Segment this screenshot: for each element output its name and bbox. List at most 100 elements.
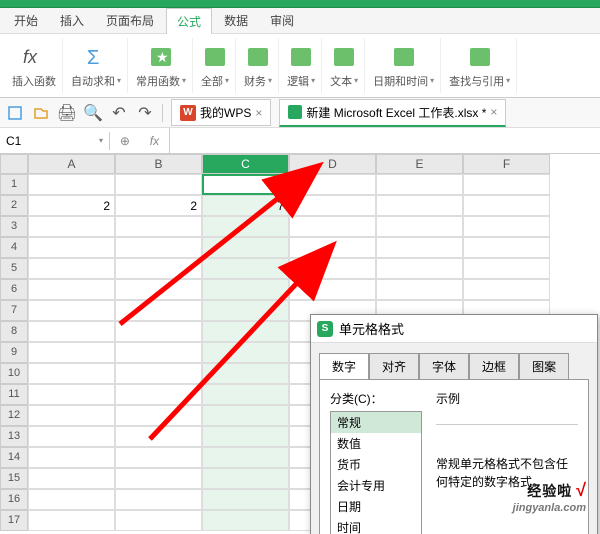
- cell-B15[interactable]: [115, 468, 202, 489]
- tab-start[interactable]: 开始: [4, 8, 48, 33]
- cell-E4[interactable]: [376, 237, 463, 258]
- row-header-13[interactable]: 13: [0, 426, 28, 447]
- cell-F2[interactable]: [463, 195, 550, 216]
- cell-C6[interactable]: [202, 279, 289, 300]
- cell-C14[interactable]: [202, 447, 289, 468]
- row-header-8[interactable]: 8: [0, 321, 28, 342]
- cell-B8[interactable]: [115, 321, 202, 342]
- cell-A12[interactable]: [28, 405, 115, 426]
- row-header-10[interactable]: 10: [0, 363, 28, 384]
- cell-D6[interactable]: [289, 279, 376, 300]
- cell-E1[interactable]: [376, 174, 463, 195]
- ribbon-finance[interactable]: 财务▾: [238, 38, 279, 93]
- row-header-14[interactable]: 14: [0, 447, 28, 468]
- cell-B3[interactable]: [115, 216, 202, 237]
- col-header-E[interactable]: E: [376, 154, 463, 174]
- cell-B14[interactable]: [115, 447, 202, 468]
- cell-A14[interactable]: [28, 447, 115, 468]
- open-icon[interactable]: [32, 104, 50, 122]
- dialog-tab-align[interactable]: 对齐: [369, 353, 419, 379]
- name-box[interactable]: C1 ▾: [0, 132, 110, 150]
- save-icon[interactable]: [6, 104, 24, 122]
- cell-C2[interactable]: 7: [202, 195, 289, 216]
- cell-C13[interactable]: [202, 426, 289, 447]
- cell-B4[interactable]: [115, 237, 202, 258]
- close-icon[interactable]: ×: [490, 105, 497, 119]
- doc-tab-mywps[interactable]: W 我的WPS ×: [171, 99, 271, 126]
- cell-D1[interactable]: [289, 174, 376, 195]
- ribbon-datetime[interactable]: 日期和时间▾: [367, 38, 441, 93]
- cell-C17[interactable]: [202, 510, 289, 531]
- cell-C10[interactable]: [202, 363, 289, 384]
- cell-B13[interactable]: [115, 426, 202, 447]
- cell-A16[interactable]: [28, 489, 115, 510]
- cell-A1[interactable]: [28, 174, 115, 195]
- row-header-12[interactable]: 12: [0, 405, 28, 426]
- category-item[interactable]: 时间: [331, 517, 421, 534]
- cell-A3[interactable]: [28, 216, 115, 237]
- cell-B16[interactable]: [115, 489, 202, 510]
- cell-C9[interactable]: [202, 342, 289, 363]
- cell-A6[interactable]: [28, 279, 115, 300]
- ribbon-common[interactable]: ★ 常用函数▾: [130, 38, 193, 93]
- cell-B5[interactable]: [115, 258, 202, 279]
- col-header-D[interactable]: D: [289, 154, 376, 174]
- cell-C16[interactable]: [202, 489, 289, 510]
- ribbon-autosum[interactable]: Σ 自动求和▾: [65, 38, 128, 93]
- dialog-title-bar[interactable]: S 单元格格式: [311, 315, 597, 343]
- tab-layout[interactable]: 页面布局: [96, 8, 164, 33]
- cell-C5[interactable]: [202, 258, 289, 279]
- cell-C4[interactable]: [202, 237, 289, 258]
- cell-A4[interactable]: [28, 237, 115, 258]
- cell-B17[interactable]: [115, 510, 202, 531]
- cell-C7[interactable]: [202, 300, 289, 321]
- row-header-15[interactable]: 15: [0, 468, 28, 489]
- row-header-3[interactable]: 3: [0, 216, 28, 237]
- cell-E3[interactable]: [376, 216, 463, 237]
- ribbon-text[interactable]: 文本▾: [324, 38, 365, 93]
- cell-B12[interactable]: [115, 405, 202, 426]
- row-header-17[interactable]: 17: [0, 510, 28, 531]
- dialog-tab-border[interactable]: 边框: [469, 353, 519, 379]
- ribbon-lookup[interactable]: 查找与引用▾: [443, 38, 517, 93]
- close-icon[interactable]: ×: [255, 106, 262, 120]
- cell-F5[interactable]: [463, 258, 550, 279]
- col-header-B[interactable]: B: [115, 154, 202, 174]
- cell-B9[interactable]: [115, 342, 202, 363]
- spreadsheet-grid[interactable]: ABCDEF1222734567891011121314151617 S 单元格…: [0, 154, 600, 534]
- cell-B11[interactable]: [115, 384, 202, 405]
- row-header-1[interactable]: 1: [0, 174, 28, 195]
- cell-B10[interactable]: [115, 363, 202, 384]
- cell-A15[interactable]: [28, 468, 115, 489]
- cell-A9[interactable]: [28, 342, 115, 363]
- cell-E2[interactable]: [376, 195, 463, 216]
- cell-B6[interactable]: [115, 279, 202, 300]
- row-header-6[interactable]: 6: [0, 279, 28, 300]
- cell-F1[interactable]: [463, 174, 550, 195]
- cell-F6[interactable]: [463, 279, 550, 300]
- cell-A7[interactable]: [28, 300, 115, 321]
- cell-D5[interactable]: [289, 258, 376, 279]
- cell-A13[interactable]: [28, 426, 115, 447]
- category-item[interactable]: 常规: [331, 412, 421, 433]
- print-icon[interactable]: 🖨: [58, 104, 76, 122]
- cell-D2[interactable]: [289, 195, 376, 216]
- row-header-9[interactable]: 9: [0, 342, 28, 363]
- cell-A10[interactable]: [28, 363, 115, 384]
- category-list[interactable]: 常规数值货币会计专用日期时间百分比分数科学记数文本特殊自定义: [330, 411, 422, 534]
- cell-C3[interactable]: [202, 216, 289, 237]
- cell-B2[interactable]: 2: [115, 195, 202, 216]
- row-header-2[interactable]: 2: [0, 195, 28, 216]
- cell-C11[interactable]: [202, 384, 289, 405]
- col-header-A[interactable]: A: [28, 154, 115, 174]
- cell-C1[interactable]: [202, 174, 289, 195]
- cell-A11[interactable]: [28, 384, 115, 405]
- col-header-C[interactable]: C: [202, 154, 289, 174]
- cell-A5[interactable]: [28, 258, 115, 279]
- dialog-tab-pattern[interactable]: 图案: [519, 353, 569, 379]
- cell-C8[interactable]: [202, 321, 289, 342]
- row-header-4[interactable]: 4: [0, 237, 28, 258]
- tab-data[interactable]: 数据: [214, 8, 258, 33]
- zoom-icon[interactable]: ⊕: [120, 134, 130, 148]
- ribbon-all[interactable]: 全部▾: [195, 38, 236, 93]
